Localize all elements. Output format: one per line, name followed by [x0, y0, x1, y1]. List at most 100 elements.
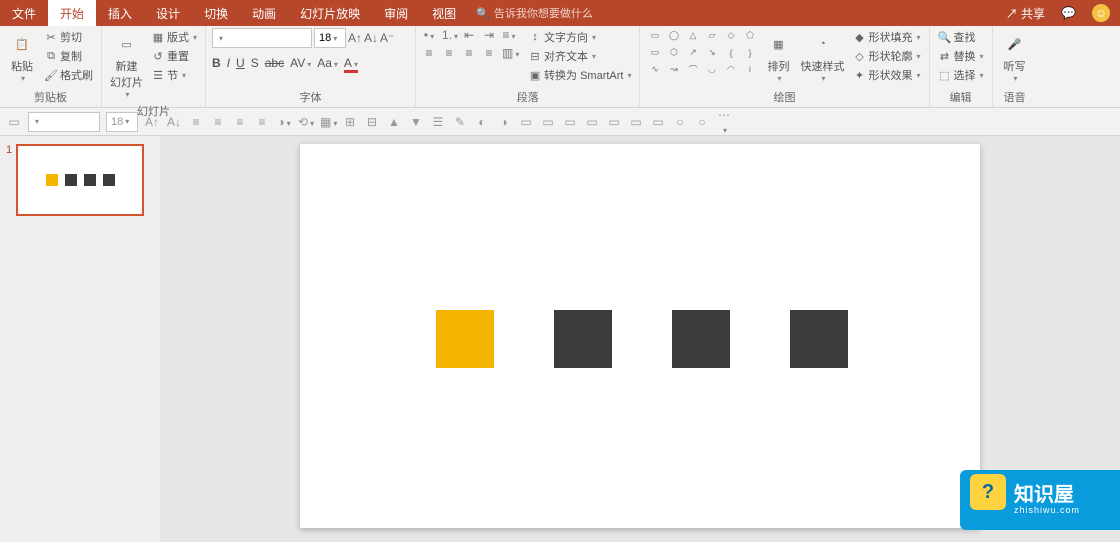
qat-align1[interactable]: ≡ — [188, 115, 204, 129]
increase-indent-button[interactable]: ⇥ — [482, 28, 496, 42]
group-editing: 🔍查找 ⇄替换 ⬚选择 编辑 — [930, 26, 993, 107]
watermark-icon: ? — [970, 474, 1006, 510]
tell-me-search[interactable]: 🔍 告诉我你想要做什么 — [476, 0, 593, 26]
tab-animation[interactable]: 动画 — [240, 0, 288, 26]
decrease-indent-button[interactable]: ⇤ — [462, 28, 476, 42]
shape-outline-button[interactable]: ◇形状轮廓 — [850, 47, 922, 65]
qat-arrange[interactable]: ▦ — [320, 115, 336, 129]
qat-align4[interactable]: ≡ — [254, 115, 270, 129]
arrange-button[interactable]: ▦ 排列 — [762, 28, 794, 85]
numbering-button[interactable]: 1. — [442, 28, 456, 42]
layout-button[interactable]: ▦版式 — [149, 28, 199, 46]
bullets-button[interactable]: • — [422, 28, 436, 42]
copy-button[interactable]: ⧉复制 — [42, 47, 95, 65]
italic-button[interactable]: I — [227, 56, 230, 73]
font-size-combo[interactable]: 18 — [314, 28, 346, 48]
paste-button[interactable]: 📋 粘贴 — [6, 28, 38, 85]
shape-square-2[interactable] — [554, 310, 612, 368]
smartart-button[interactable]: ▣转换为 SmartArt — [526, 66, 633, 84]
strike-button[interactable]: abc — [265, 56, 284, 73]
font-color-button[interactable]: A — [344, 56, 358, 73]
select-button[interactable]: ⬚选择 — [936, 66, 986, 84]
group-label-paragraph: 段落 — [422, 87, 633, 107]
qat-ungroup[interactable]: ⊟ — [364, 115, 380, 129]
qat-more2[interactable]: ◑ — [496, 115, 512, 129]
underline-button[interactable]: U — [236, 56, 245, 73]
qat-font-combo[interactable] — [28, 112, 100, 132]
grow-font-button[interactable]: A↑ — [348, 31, 362, 45]
slide-thumbnail-1[interactable] — [16, 144, 144, 216]
cut-button[interactable]: ✂剪切 — [42, 28, 95, 46]
qat-bring-front[interactable]: ▲ — [386, 115, 402, 129]
shape-square-3[interactable] — [672, 310, 730, 368]
tab-design[interactable]: 设计 — [144, 0, 192, 26]
slide-thumbnails-pane[interactable]: 1 — [0, 136, 160, 542]
clear-format-button[interactable]: A⁻ — [380, 31, 394, 45]
shape-effects-button[interactable]: ✦形状效果 — [850, 66, 922, 84]
qat-shape-combine[interactable]: ◑ — [276, 115, 292, 129]
qat-align3[interactable]: ≡ — [232, 115, 248, 129]
qat-grow-font[interactable]: A↑ — [144, 115, 160, 129]
reset-button[interactable]: ↺重置 — [149, 47, 199, 65]
tab-transition[interactable]: 切换 — [192, 0, 240, 26]
text-direction-button[interactable]: ↕文字方向 — [526, 28, 633, 46]
account-smiley-icon[interactable]: ☺ — [1092, 4, 1110, 22]
tab-view[interactable]: 视图 — [420, 0, 468, 26]
qat-rotate[interactable]: ⟲ — [298, 115, 314, 129]
font-family-combo[interactable] — [212, 28, 312, 48]
qat-more9[interactable]: ▭ — [650, 115, 666, 129]
align-left-button[interactable]: ≡ — [422, 46, 436, 60]
qat-more11[interactable]: ○ — [694, 115, 710, 129]
qat-eyedropper[interactable]: ✎ — [452, 115, 468, 129]
qat-more10[interactable]: ○ — [672, 115, 688, 129]
shapes-gallery[interactable]: ▭◯△▱◇⬠ ▭⬡↗↘{} ∿↝⌒◡◠≀ — [646, 28, 758, 77]
tab-file[interactable]: 文件 — [0, 0, 48, 26]
slide-canvas[interactable] — [300, 144, 980, 528]
quick-styles-button[interactable]: ◔ 快速样式 — [798, 28, 846, 85]
dictate-button[interactable]: 🎤 听写 — [999, 28, 1031, 85]
replace-button[interactable]: ⇄替换 — [936, 47, 986, 65]
line-spacing-button[interactable]: ≡ — [502, 28, 516, 42]
section-button[interactable]: ☰节 — [149, 66, 199, 84]
format-painter-button[interactable]: 🖌格式刷 — [42, 66, 95, 84]
outline-icon: ◇ — [852, 49, 866, 63]
spacing-button[interactable]: AV — [290, 56, 311, 73]
qat-more1[interactable]: ◐ — [474, 115, 490, 129]
new-slide-button[interactable]: ▭ 新建 幻灯片 — [108, 28, 145, 101]
tab-insert[interactable]: 插入 — [96, 0, 144, 26]
shape-square-4[interactable] — [790, 310, 848, 368]
qat-more3[interactable]: ▭ — [518, 115, 534, 129]
shadow-button[interactable]: S — [251, 56, 259, 73]
qat-shrink-font[interactable]: A↓ — [166, 115, 182, 129]
qat-more6[interactable]: ▭ — [584, 115, 600, 129]
align-center-button[interactable]: ≡ — [442, 46, 456, 60]
shrink-font-button[interactable]: A↓ — [364, 31, 378, 45]
qat-more7[interactable]: ▭ — [606, 115, 622, 129]
bold-button[interactable]: B — [212, 56, 221, 73]
shape-fill-button[interactable]: ◆形状填充 — [850, 28, 922, 46]
comments-icon[interactable]: 💬 — [1061, 6, 1076, 20]
tab-home[interactable]: 开始 — [48, 0, 96, 26]
qat-more8[interactable]: ▭ — [628, 115, 644, 129]
watermark-title: 知识屋 — [1014, 485, 1080, 505]
qat-thumb-icon[interactable]: ▭ — [6, 115, 22, 129]
find-button[interactable]: 🔍查找 — [936, 28, 986, 46]
qat-send-back[interactable]: ▼ — [408, 115, 424, 129]
qat-size-combo[interactable]: 18 — [106, 112, 138, 132]
replace-icon: ⇄ — [938, 49, 952, 63]
justify-button[interactable]: ≡ — [482, 46, 496, 60]
shape-square-1[interactable] — [436, 310, 494, 368]
qat-group[interactable]: ⊞ — [342, 115, 358, 129]
qat-more5[interactable]: ▭ — [562, 115, 578, 129]
align-text-button[interactable]: ⊟对齐文本 — [526, 47, 633, 65]
tab-review[interactable]: 审阅 — [372, 0, 420, 26]
align-right-button[interactable]: ≡ — [462, 46, 476, 60]
qat-more4[interactable]: ▭ — [540, 115, 556, 129]
qat-selection-pane[interactable]: ☰ — [430, 115, 446, 129]
qat-align2[interactable]: ≡ — [210, 115, 226, 129]
change-case-button[interactable]: Aa — [317, 56, 338, 73]
tab-slideshow[interactable]: 幻灯片放映 — [288, 0, 372, 26]
qat-overflow[interactable]: ⋯ — [716, 108, 732, 136]
share-button[interactable]: ↗ 共享 — [1006, 5, 1045, 22]
columns-button[interactable]: ▥ — [502, 46, 516, 60]
